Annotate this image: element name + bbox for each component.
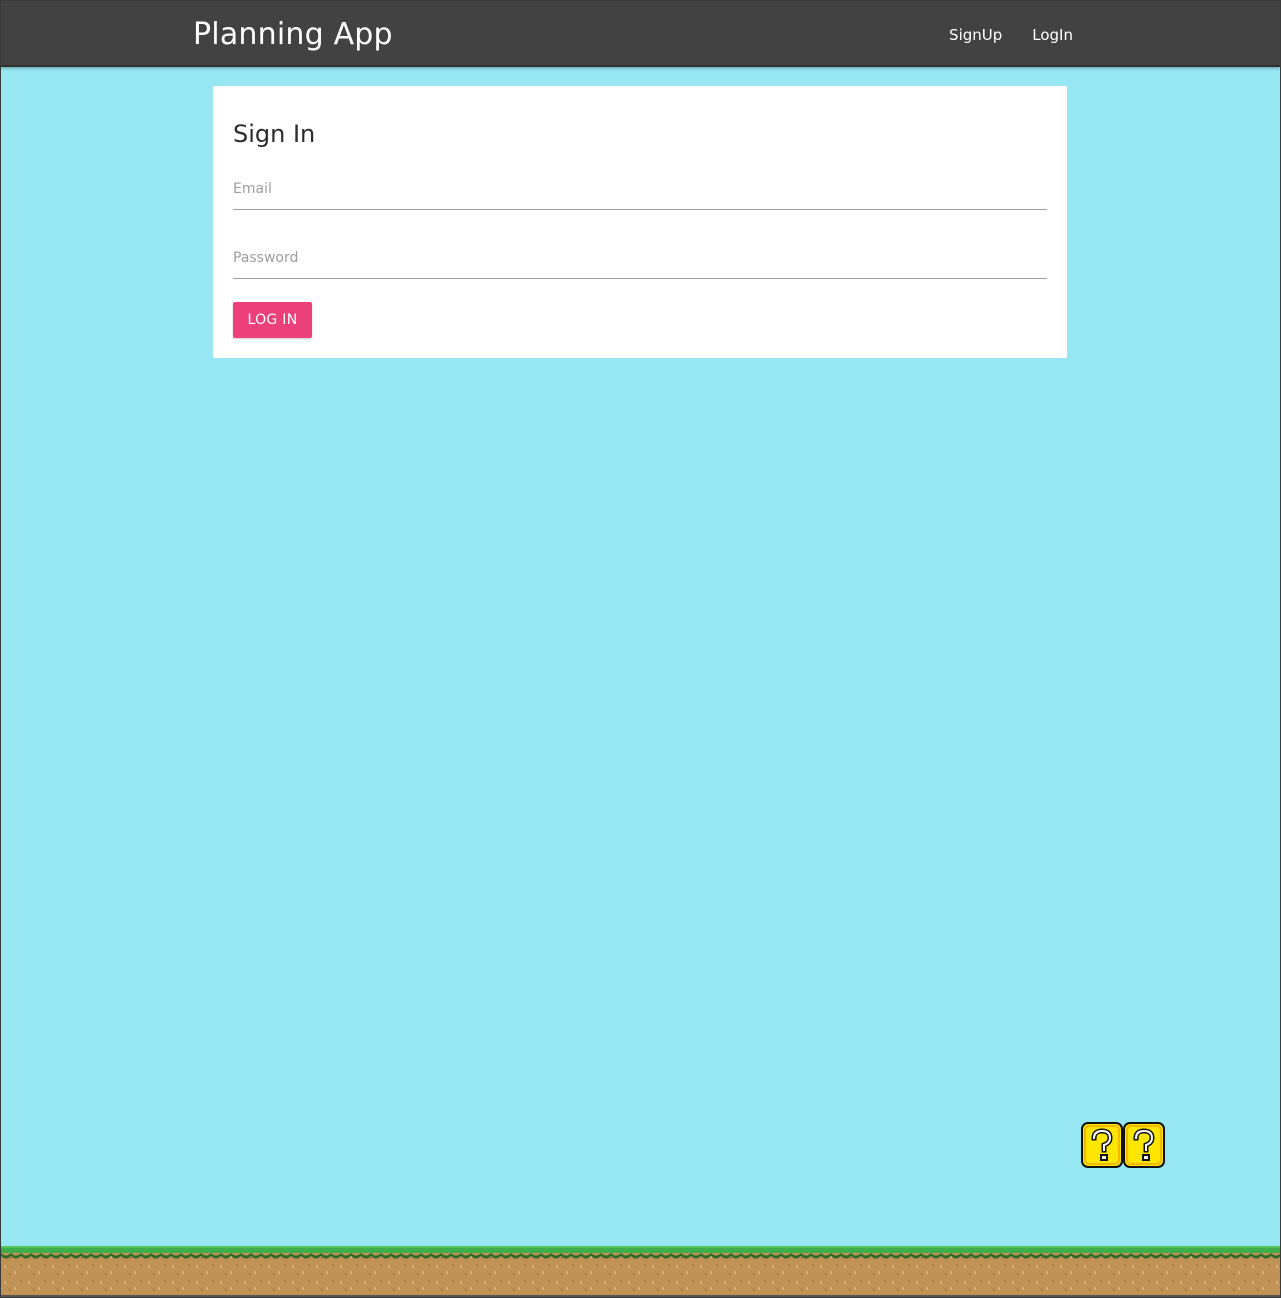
login-button[interactable]: LOG IN: [233, 302, 312, 338]
question-block-icon: [1123, 1122, 1165, 1168]
navbar: Planning App SignUp LogIn: [1, 1, 1280, 67]
app-window: Planning App SignUp LogIn Sign In LOG IN: [0, 0, 1281, 1298]
password-field[interactable]: [233, 238, 1047, 279]
signin-title: Sign In: [233, 120, 316, 148]
signin-card: Sign In LOG IN: [213, 86, 1067, 358]
question-block-icon: [1081, 1122, 1123, 1168]
grass-ground: [1, 1246, 1280, 1297]
nav-login-link[interactable]: LogIn: [1032, 23, 1073, 47]
nav-signup-link[interactable]: SignUp: [949, 23, 1002, 47]
question-blocks: [1081, 1122, 1165, 1168]
nav-links: SignUp LogIn: [949, 23, 1073, 47]
email-field[interactable]: [233, 169, 1047, 210]
brand-title[interactable]: Planning App: [193, 15, 393, 55]
